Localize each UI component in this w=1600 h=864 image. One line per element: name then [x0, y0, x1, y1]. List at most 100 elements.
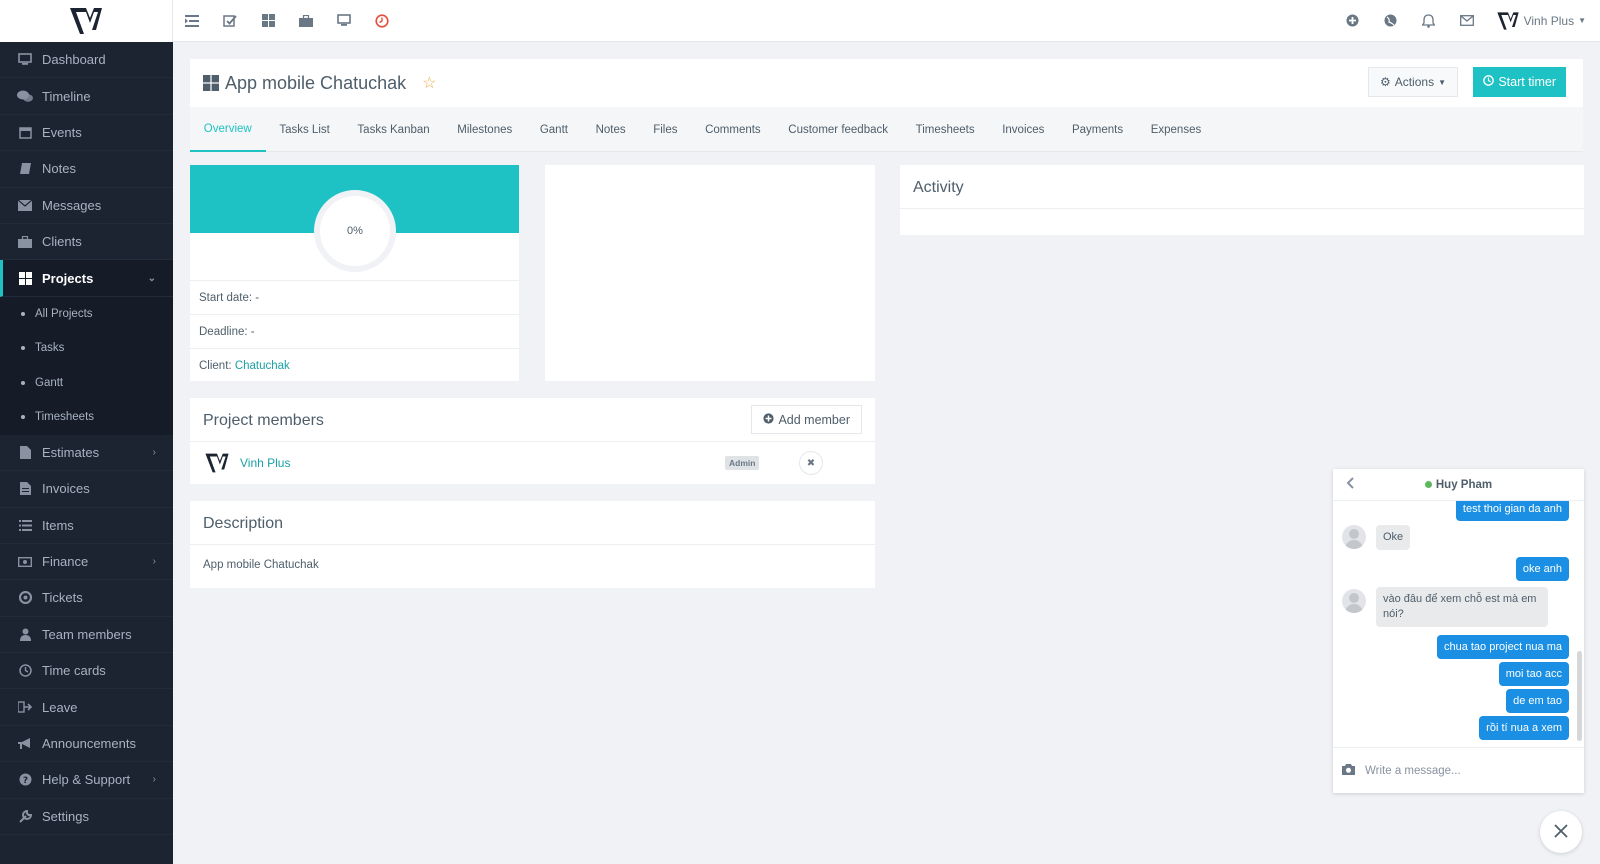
question-icon: ? [17, 772, 33, 788]
tab-expenses[interactable]: Expenses [1137, 107, 1215, 152]
sidebar-item-clients[interactable]: Clients [0, 224, 173, 261]
sidebar-item-timeline[interactable]: Timeline [0, 78, 173, 115]
sidebar-item-label: Finance [42, 554, 89, 570]
add-member-label: Add member [778, 412, 850, 427]
sidebar-item-leave[interactable]: Leave [0, 689, 173, 726]
bullet-icon [21, 311, 25, 316]
tab-overview[interactable]: Overview [190, 107, 266, 152]
deadline-label: Deadline: [199, 325, 248, 338]
bullet-icon [21, 346, 25, 351]
tab-files[interactable]: Files [639, 107, 691, 152]
camera-icon[interactable] [1342, 763, 1355, 778]
actions-dropdown[interactable]: ⚙ Actions ▼ [1367, 67, 1458, 97]
sidebar-item-label: Items [42, 517, 74, 533]
tab-notes[interactable]: Notes [582, 107, 640, 152]
checkbox-icon[interactable] [221, 12, 239, 30]
tab-invoices[interactable]: Invoices [988, 107, 1058, 152]
chevron-right-icon: › [152, 446, 156, 458]
sidebar-item-announcements[interactable]: Announcements [0, 726, 173, 763]
sidebar-item-invoices[interactable]: Invoices [0, 471, 173, 508]
avatar [1342, 589, 1366, 613]
sidebar-item-events[interactable]: Events [0, 115, 173, 152]
sidebar-menu: Dashboard Timeline Events Notes Messages… [0, 42, 173, 297]
menu-toggle-icon[interactable] [183, 12, 201, 30]
description-title: Description [190, 501, 875, 545]
sidebar-item-label: Timeline [42, 88, 91, 104]
chevron-down-icon: ⌄ [147, 272, 156, 284]
start-date-value: - [255, 291, 260, 304]
add-member-button[interactable]: Add member [751, 405, 862, 434]
grid-icon [17, 270, 33, 286]
tab-comments[interactable]: Comments [691, 107, 774, 152]
client-link[interactable]: Chatuchak [235, 360, 290, 372]
monitor-icon[interactable] [335, 12, 353, 30]
grid-icon[interactable] [259, 12, 277, 30]
svg-text:?: ? [22, 776, 27, 786]
start-date-label: Start date: [199, 291, 253, 304]
submenu-item-all-projects[interactable]: All Projects [0, 297, 173, 332]
chart-card [545, 165, 875, 381]
sidebar-item-settings[interactable]: Settings [0, 799, 173, 836]
sidebar-item-label: Leave [42, 699, 78, 715]
file-text-icon [17, 481, 33, 497]
client-row: Client: Chatuchak [190, 348, 519, 382]
globe-icon[interactable] [1382, 12, 1400, 30]
sidebar-item-tickets[interactable]: Tickets [0, 580, 173, 617]
topbar-shortcuts [183, 12, 391, 30]
clock-icon [17, 663, 33, 679]
sidebar-item-help-support[interactable]: ? Help & Support › [0, 762, 173, 799]
chat-message-input[interactable] [1365, 764, 1555, 777]
chat-message-in: vào đâu để xem chỗ est mà em nói? [1376, 587, 1548, 627]
bullet-icon [21, 415, 25, 420]
tab-tasks-kanban[interactable]: Tasks Kanban [344, 107, 444, 152]
sidebar-item-projects[interactable]: Projects ⌄ [0, 260, 173, 297]
sidebar-item-dashboard[interactable]: Dashboard [0, 42, 173, 79]
sidebar-item-label: Dashboard [42, 52, 106, 68]
user-icon [17, 626, 33, 642]
chevron-left-icon[interactable] [1346, 477, 1354, 492]
sidebar-item-items[interactable]: Items [0, 508, 173, 544]
sidebar-item-estimates[interactable]: Estimates › [0, 435, 173, 472]
tab-gantt[interactable]: Gantt [526, 107, 582, 152]
briefcase-icon[interactable] [297, 12, 315, 30]
lifebuoy-icon [17, 590, 33, 606]
tab-tasks-list[interactable]: Tasks List [266, 107, 344, 152]
start-timer-button[interactable]: Start timer [1473, 67, 1566, 97]
bullet-icon [21, 380, 25, 385]
sidebar: Dashboard Timeline Events Notes Messages… [0, 0, 173, 864]
tab-customer-feedback[interactable]: Customer feedback [774, 107, 901, 152]
sidebar-item-time-cards[interactable]: Time cards [0, 653, 173, 690]
bullhorn-icon [17, 736, 33, 752]
envelope-icon[interactable] [1458, 12, 1476, 30]
deadline-row: Deadline: - [190, 314, 519, 348]
client-label: Client: [199, 359, 232, 372]
tab-timesheets[interactable]: Timesheets [902, 107, 989, 152]
tab-milestones[interactable]: Milestones [443, 107, 526, 152]
submenu-item-gantt[interactable]: Gantt [0, 366, 173, 401]
star-icon[interactable]: ☆ [422, 73, 436, 93]
envelope-icon [17, 197, 33, 213]
project-tabs: Overview Tasks List Tasks Kanban Milesto… [190, 107, 1583, 152]
bell-icon[interactable] [1420, 12, 1438, 30]
sidebar-item-label: Help & Support [42, 772, 131, 788]
submenu-item-tasks[interactable]: Tasks [0, 331, 173, 366]
start-date-row: Start date: - [190, 280, 519, 314]
book-icon [17, 161, 33, 177]
activity-title: Activity [900, 165, 1584, 209]
submenu-item-timesheets[interactable]: Timesheets [0, 400, 173, 435]
timer-icon[interactable] [373, 12, 391, 30]
tab-payments[interactable]: Payments [1058, 107, 1137, 152]
sidebar-item-finance[interactable]: Finance › [0, 544, 173, 581]
sidebar-item-notes[interactable]: Notes [0, 151, 173, 188]
plus-circle-icon[interactable] [1344, 12, 1362, 30]
sidebar-item-team-members[interactable]: Team members [0, 617, 173, 654]
brand-logo[interactable] [0, 0, 173, 42]
sidebar-item-messages[interactable]: Messages [0, 188, 173, 224]
remove-member-button[interactable]: ✖ [799, 451, 823, 475]
deadline-value: - [250, 325, 255, 338]
chat-scrollbar[interactable] [1577, 651, 1582, 741]
chat-close-button[interactable] [1540, 811, 1582, 853]
description-text: App mobile Chatuchak [203, 559, 319, 571]
member-name[interactable]: Vinh Plus [240, 456, 290, 470]
user-menu[interactable]: Vinh Plus ▼ [1496, 11, 1586, 31]
